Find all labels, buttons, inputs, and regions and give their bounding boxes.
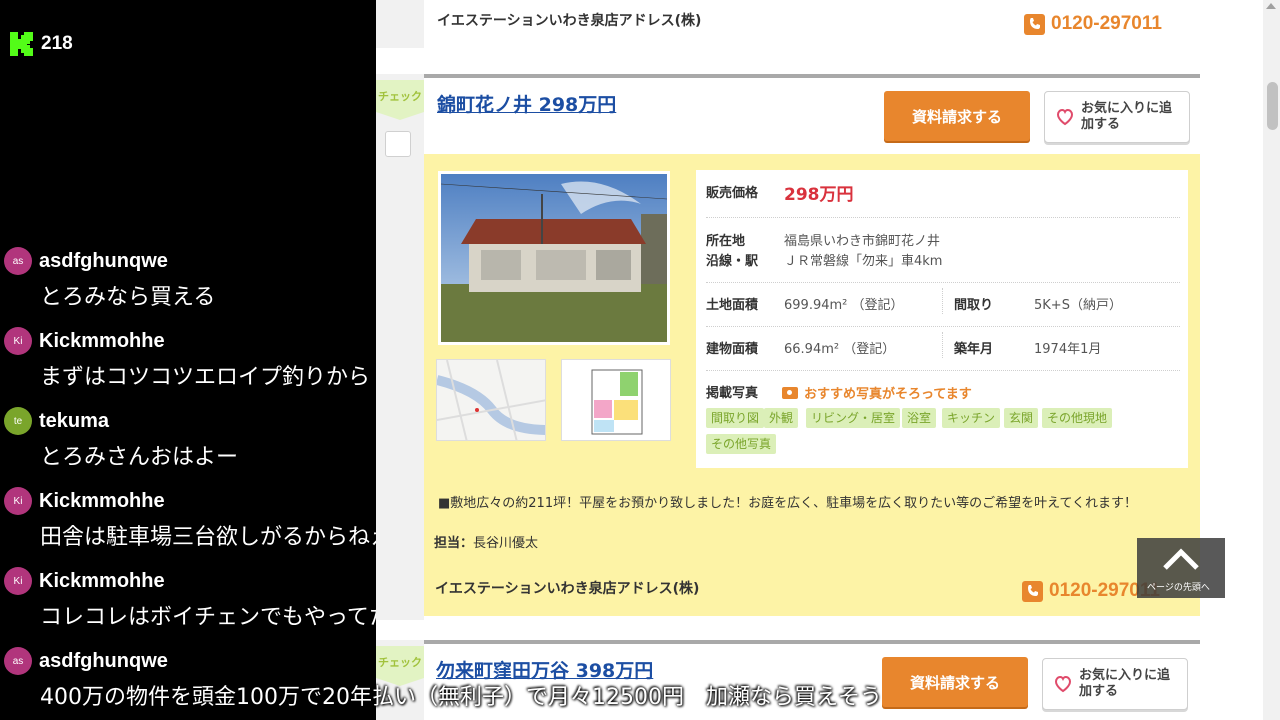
phone-icon: [1022, 580, 1043, 602]
listing-title-link[interactable]: 錦町花ノ井 298万円: [437, 90, 616, 117]
chat-message: as asdfghunqwe 400万の物件を頭金100万で20年払い（無利子）で…: [4, 647, 1104, 711]
floorplan-label: 間取り: [954, 298, 994, 313]
chat-username: Kickmmohhe: [39, 329, 165, 352]
photos-label: 掲載写真: [706, 386, 759, 401]
back-to-top-button[interactable]: ページの先頭へ: [1137, 538, 1225, 598]
phone-number[interactable]: 0120-297011: [1024, 13, 1162, 35]
phone-text: 0120-297011: [1051, 13, 1162, 34]
check-tab: チェック: [376, 80, 424, 120]
avatar: as: [4, 247, 32, 275]
price-value: 298万円: [784, 185, 854, 205]
photo-tag[interactable]: その他現地: [1042, 408, 1113, 428]
kick-logo-icon: [8, 30, 36, 58]
divider: [706, 370, 1180, 371]
location-value: 福島県いわき市錦町花ノ井: [784, 234, 941, 249]
photo-tag[interactable]: その他写真: [706, 434, 777, 454]
photo-tag[interactable]: リビング・居室: [806, 408, 901, 428]
photo-tag[interactable]: 玄関: [1004, 408, 1039, 428]
chat-username: asdfghunqwe: [39, 649, 168, 672]
listing-detail: 販売価格 298万円 所在地 福島県いわき市錦町花ノ井 沿線・駅 ＪＲ常磐線「勿…: [424, 154, 1200, 616]
photo-tag[interactable]: 浴室: [902, 408, 937, 428]
add-favorite-label: お気に入りに追加する: [1081, 101, 1173, 132]
chat-username: asdfghunqwe: [39, 249, 168, 272]
avatar: as: [4, 647, 32, 675]
building-area-value: 66.94m² （登記）: [784, 342, 896, 357]
viewer-count: 218: [8, 30, 73, 58]
camera-icon: [782, 386, 798, 399]
photo-tag[interactable]: 外観: [764, 408, 799, 428]
back-to-top-label: ページの先頭へ: [1147, 583, 1210, 593]
photos-note: おすすめ写真がそろってます: [782, 383, 972, 402]
avatar: Ki: [4, 567, 32, 595]
built-date-value: 1974年1月: [1034, 342, 1102, 357]
chat-username: tekuma: [39, 409, 110, 432]
land-area-label: 土地面積: [706, 298, 759, 313]
listing-description: ■敷地広々の約211坪！平屋をお預かり致しました！お庭を広く、駐車場を広く取りた…: [438, 496, 1138, 511]
chevron-up-icon: [1163, 548, 1199, 570]
browser-viewport: イエステーションいわき泉店アドレス(株) 0120-297011 チェック 錦町…: [376, 0, 1280, 720]
heart-icon: [1056, 108, 1074, 126]
info-card: 販売価格 298万円 所在地 福島県いわき市錦町花ノ井 沿線・駅 ＪＲ常磐線「勿…: [696, 170, 1188, 468]
station-label: 沿線・駅: [706, 254, 759, 269]
chat-username: Kickmmohhe: [39, 489, 165, 512]
scrollbar-thumb[interactable]: [1267, 82, 1278, 130]
chat-text: 400万の物件を頭金100万で20年払い（無利子）で月々12500円 加瀬なら買…: [40, 685, 882, 710]
listing-checkbox[interactable]: [385, 131, 411, 157]
listing-divider: [424, 640, 1200, 644]
built-date-label: 築年月: [954, 342, 994, 357]
phone-icon: [1024, 13, 1045, 35]
price-label: 販売価格: [706, 186, 759, 201]
divider: [942, 332, 943, 358]
land-area-value: 699.94m² （登記）: [784, 298, 904, 313]
divider: [706, 326, 1180, 327]
avatar: te: [4, 407, 32, 435]
divider: [706, 217, 1180, 218]
avatar: Ki: [4, 327, 32, 355]
agency-name: イエステーションいわき泉店アドレス(株): [437, 13, 702, 29]
location-label: 所在地: [706, 234, 746, 249]
divider: [706, 282, 1180, 283]
listing-divider: [424, 74, 1200, 78]
divider: [942, 288, 943, 314]
contact-name: 長谷川優太: [473, 536, 539, 551]
photos-note-text: おすすめ写真がそろってます: [804, 387, 972, 402]
add-favorite-button[interactable]: お気に入りに追加する: [1044, 91, 1190, 143]
photo-tag[interactable]: キッチン: [942, 408, 1001, 428]
station-value: ＪＲ常磐線「勿来」車4km: [784, 254, 943, 269]
agency-name: イエステーションいわき泉店アドレス(株): [435, 581, 700, 597]
contact-label: 担当：: [434, 536, 474, 551]
floorplan-value: 5K+S（納戸）: [1034, 298, 1122, 313]
scroll-up-arrow-icon[interactable]: [1266, 3, 1276, 9]
staff-contact: 担当：長谷川優太: [434, 532, 538, 551]
side-strip: [376, 0, 424, 48]
map-thumbnail[interactable]: [436, 359, 546, 441]
chat-username: Kickmmohhe: [39, 569, 165, 592]
request-info-button[interactable]: 資料請求する: [884, 91, 1030, 141]
main-property-photo[interactable]: [438, 171, 670, 345]
photo-tag[interactable]: 間取り図: [706, 408, 765, 428]
avatar: Ki: [4, 487, 32, 515]
scrollbar[interactable]: [1263, 0, 1280, 720]
floorplan-thumbnail[interactable]: [561, 359, 671, 441]
viewer-count-number: 218: [41, 33, 73, 54]
building-area-label: 建物面積: [706, 342, 759, 357]
